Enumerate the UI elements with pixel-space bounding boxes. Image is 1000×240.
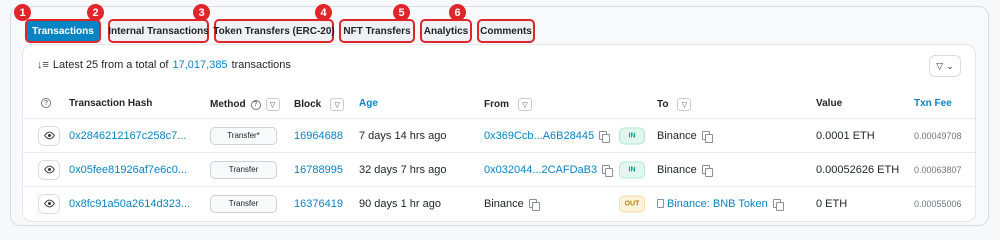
eye-icon[interactable] xyxy=(38,193,60,214)
method-info-icon[interactable]: ? xyxy=(250,99,261,110)
tab-label: Transactions xyxy=(32,25,94,37)
annotation-badge: 2 xyxy=(87,4,104,21)
tab-label: NFT Transfers xyxy=(343,25,411,37)
txn-fee-text: 0.00049708 xyxy=(914,130,962,141)
copy-icon[interactable] xyxy=(528,198,540,211)
header-age[interactable]: Age xyxy=(359,98,378,109)
from-cell: 0x369Ccb...A6B28445 xyxy=(484,130,611,143)
eye-icon[interactable] xyxy=(38,159,60,180)
annotation-badge: 1 xyxy=(14,4,31,21)
header-txn-fee[interactable]: Txn Fee xyxy=(914,98,952,109)
annotation-badge: 5 xyxy=(393,4,410,21)
header-from: From ▽ xyxy=(484,98,532,111)
to-address-text: Binance xyxy=(657,163,697,176)
value-text: 0 ETH xyxy=(816,197,848,210)
eye-icon[interactable] xyxy=(38,125,60,146)
from-cell: 0x032044...2CAFDaB3 xyxy=(484,164,614,177)
summary-prefix: Latest 25 from a total of xyxy=(52,59,169,71)
from-address-link[interactable]: 0x032044...2CAFDaB3 xyxy=(484,164,597,176)
tab-comments[interactable]: Comments xyxy=(477,19,535,43)
transaction-hash-link[interactable]: 0x2846212167c258c7... xyxy=(69,130,186,142)
transactions-summary: ↓≡ Latest 25 from a total of 17,017,385 … xyxy=(37,59,291,71)
method-badge: Transfer xyxy=(210,160,277,179)
copy-icon[interactable] xyxy=(701,164,713,177)
tab-nft-transfers[interactable]: NFT Transfers xyxy=(339,19,415,43)
age-text: 32 days 7 hrs ago xyxy=(359,163,447,176)
table-row: 0x2846212167c258c7... Transfer* 16964688… xyxy=(23,118,975,152)
age-text: 90 days 1 hr ago xyxy=(359,197,441,210)
to-cell: Binance: BNB Token xyxy=(657,198,784,211)
transactions-card: ↓≡ Latest 25 from a total of 17,017,385 … xyxy=(22,44,976,222)
to-filter-icon[interactable]: ▽ xyxy=(677,98,692,111)
table-header: ? Transaction Hash Method ? ▽ Block ▽ Ag… xyxy=(23,92,975,118)
copy-icon[interactable] xyxy=(602,164,614,177)
direction-badge: IN xyxy=(619,161,645,178)
sort-descending-icon[interactable]: ↓≡ xyxy=(37,59,49,71)
contract-icon xyxy=(657,199,664,209)
block-link[interactable]: 16788995 xyxy=(294,164,343,176)
annotation-badge: 6 xyxy=(449,4,466,21)
from-address-link[interactable]: 0x369Ccb...A6B28445 xyxy=(484,130,594,142)
from-filter-icon[interactable]: ▽ xyxy=(518,98,532,111)
method-badge: Transfer* xyxy=(210,126,277,145)
value-text: 0.00052626 ETH xyxy=(816,163,900,176)
to-address-text: Binance xyxy=(657,129,697,142)
value-text: 0.0001 ETH xyxy=(816,129,875,142)
block-filter-icon[interactable]: ▽ xyxy=(330,98,345,111)
table-row: 0x05fee81926af7e6c0... Transfer 16788995… xyxy=(23,152,975,186)
tab-token-transfers[interactable]: Token Transfers (ERC-20) xyxy=(213,19,335,43)
header-block: Block ▽ xyxy=(294,98,345,111)
from-address-text: Binance xyxy=(484,197,524,210)
tab-internal-transactions[interactable]: Internal Transactions xyxy=(108,19,209,43)
header-to: To ▽ xyxy=(657,98,692,111)
filter-dropdown-button[interactable]: ▽ ⌄ xyxy=(929,55,961,77)
direction-badge: OUT xyxy=(619,195,645,212)
from-cell: Binance xyxy=(484,197,540,211)
to-cell: Binance xyxy=(657,163,713,177)
method-filter-icon[interactable]: ▽ xyxy=(265,98,280,111)
tab-label: Internal Transactions xyxy=(108,25,209,37)
txn-fee-text: 0.00063807 xyxy=(914,164,962,175)
chevron-down-icon: ⌄ xyxy=(946,60,954,71)
copy-icon[interactable] xyxy=(599,130,611,143)
help-icon[interactable]: ? xyxy=(41,98,51,108)
block-link[interactable]: 16964688 xyxy=(294,130,343,142)
transaction-hash-link[interactable]: 0x8fc91a50a2614d323... xyxy=(69,198,190,210)
filter-icon: ▽ xyxy=(936,60,944,71)
block-link[interactable]: 16376419 xyxy=(294,198,343,210)
to-address-link[interactable]: Binance: BNB Token xyxy=(667,198,768,210)
direction-badge: IN xyxy=(619,127,645,144)
header-method: Method ? ▽ xyxy=(210,98,280,111)
table-row: 0x8fc91a50a2614d323... Transfer 16376419… xyxy=(23,186,975,220)
copy-icon[interactable] xyxy=(701,130,713,143)
total-transactions-link[interactable]: 17,017,385 xyxy=(173,59,228,71)
tab-label: Token Transfers (ERC-20) xyxy=(213,25,335,37)
summary-suffix: transactions xyxy=(231,59,291,71)
annotation-badge: 3 xyxy=(193,4,210,21)
tab-label: Analytics xyxy=(423,25,469,37)
header-hash: Transaction Hash xyxy=(69,98,153,109)
tab-analytics[interactable]: Analytics xyxy=(420,19,472,43)
age-text: 7 days 14 hrs ago xyxy=(359,129,447,142)
transaction-hash-link[interactable]: 0x05fee81926af7e6c0... xyxy=(69,164,187,176)
to-cell: Binance xyxy=(657,129,713,143)
tab-transactions[interactable]: Transactions xyxy=(25,19,101,43)
txn-fee-text: 0.00055006 xyxy=(914,198,962,209)
annotation-badge: 4 xyxy=(315,4,332,21)
copy-icon[interactable] xyxy=(772,198,784,211)
header-value: Value xyxy=(816,98,843,109)
tab-label: Comments xyxy=(480,25,532,37)
method-badge: Transfer xyxy=(210,194,277,213)
